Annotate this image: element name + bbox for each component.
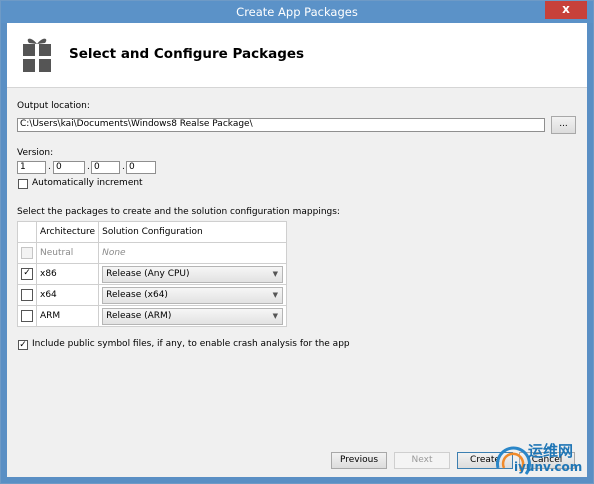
version-minor-field[interactable]: 0 bbox=[53, 161, 85, 174]
version-separator: . bbox=[87, 162, 90, 172]
symbol-files-checkbox[interactable]: ✓ bbox=[18, 340, 28, 350]
output-location-field[interactable]: C:\Users\kai\Documents\Windows8 Realse P… bbox=[17, 118, 545, 132]
watermark-text-url: iyunv.com bbox=[514, 460, 583, 474]
browse-button[interactable]: ... bbox=[551, 116, 576, 134]
arch-cell: ARM bbox=[35, 305, 100, 327]
title-bar: Create App Packages x bbox=[1, 1, 593, 23]
x86-checkbox[interactable]: ✓ bbox=[21, 268, 33, 280]
config-cell: Release (ARM) ▼ bbox=[98, 305, 287, 327]
arch-cell: x64 bbox=[35, 284, 100, 306]
next-button[interactable]: Next bbox=[394, 452, 450, 469]
table-row: x64 Release (x64) ▼ bbox=[17, 284, 287, 306]
table-row: ✓ x86 Release (Any CPU) ▼ bbox=[17, 263, 287, 285]
watermark: 运维网 iyunv.com bbox=[492, 436, 588, 482]
version-label: Version: bbox=[17, 148, 54, 158]
version-separator: . bbox=[48, 162, 51, 172]
arm-checkbox[interactable] bbox=[21, 310, 33, 322]
page-title: Select and Configure Packages bbox=[69, 46, 305, 62]
packages-table: Architecture Solution Configuration Neut… bbox=[17, 221, 287, 327]
config-cell: Release (Any CPU) ▼ bbox=[98, 263, 287, 285]
table-row: Neutral None bbox=[17, 242, 287, 264]
table-header-row: Architecture Solution Configuration bbox=[17, 221, 287, 243]
config-cell: Release (x64) ▼ bbox=[98, 284, 287, 306]
chevron-down-icon: ▼ bbox=[272, 269, 278, 278]
version-separator: . bbox=[122, 162, 125, 172]
package-icon bbox=[23, 38, 51, 72]
close-button[interactable]: x bbox=[545, 1, 587, 19]
output-location-label: Output location: bbox=[17, 101, 90, 111]
arm-check-cell bbox=[17, 305, 37, 327]
configuration-column-header: Solution Configuration bbox=[98, 221, 287, 243]
chevron-down-icon: ▼ bbox=[272, 311, 278, 320]
window-title: Create App Packages bbox=[236, 5, 358, 19]
arch-cell: x86 bbox=[35, 263, 100, 285]
x86-check-cell: ✓ bbox=[17, 263, 37, 285]
x64-checkbox[interactable] bbox=[21, 289, 33, 301]
config-dropdown-value: Release (ARM) bbox=[106, 310, 172, 321]
config-cell: None bbox=[98, 242, 287, 264]
chevron-down-icon: ▼ bbox=[272, 290, 278, 299]
x64-check-cell bbox=[17, 284, 37, 306]
dialog-window: Create App Packages x Select and Configu… bbox=[0, 0, 594, 484]
version-major-field[interactable]: 1 bbox=[17, 161, 46, 174]
neutral-check-cell bbox=[17, 242, 37, 264]
config-dropdown[interactable]: Release (Any CPU) ▼ bbox=[102, 265, 283, 283]
symbol-files-label: Include public symbol files, if any, to … bbox=[32, 339, 350, 349]
table-row: ARM Release (ARM) ▼ bbox=[17, 305, 287, 327]
config-dropdown[interactable]: Release (x64) ▼ bbox=[102, 286, 283, 304]
version-revision-field[interactable]: 0 bbox=[126, 161, 156, 174]
arch-cell: Neutral bbox=[35, 242, 100, 264]
previous-button[interactable]: Previous bbox=[331, 452, 387, 469]
watermark-text-cn: 运维网 bbox=[528, 442, 574, 460]
version-build-field[interactable]: 0 bbox=[91, 161, 120, 174]
config-dropdown[interactable]: Release (ARM) ▼ bbox=[102, 307, 283, 325]
auto-increment-label: Automatically increment bbox=[32, 178, 143, 188]
auto-increment-checkbox[interactable] bbox=[18, 179, 28, 189]
dialog-body: Output location: C:\Users\kai\Documents\… bbox=[7, 88, 587, 477]
config-dropdown-value: Release (x64) bbox=[106, 289, 168, 300]
architecture-column-header: Architecture bbox=[35, 221, 100, 243]
neutral-checkbox bbox=[21, 247, 33, 259]
packages-prompt: Select the packages to create and the so… bbox=[17, 207, 340, 217]
select-column-header bbox=[17, 221, 37, 243]
header-panel: Select and Configure Packages bbox=[7, 23, 587, 88]
config-dropdown-value: Release (Any CPU) bbox=[106, 268, 190, 279]
